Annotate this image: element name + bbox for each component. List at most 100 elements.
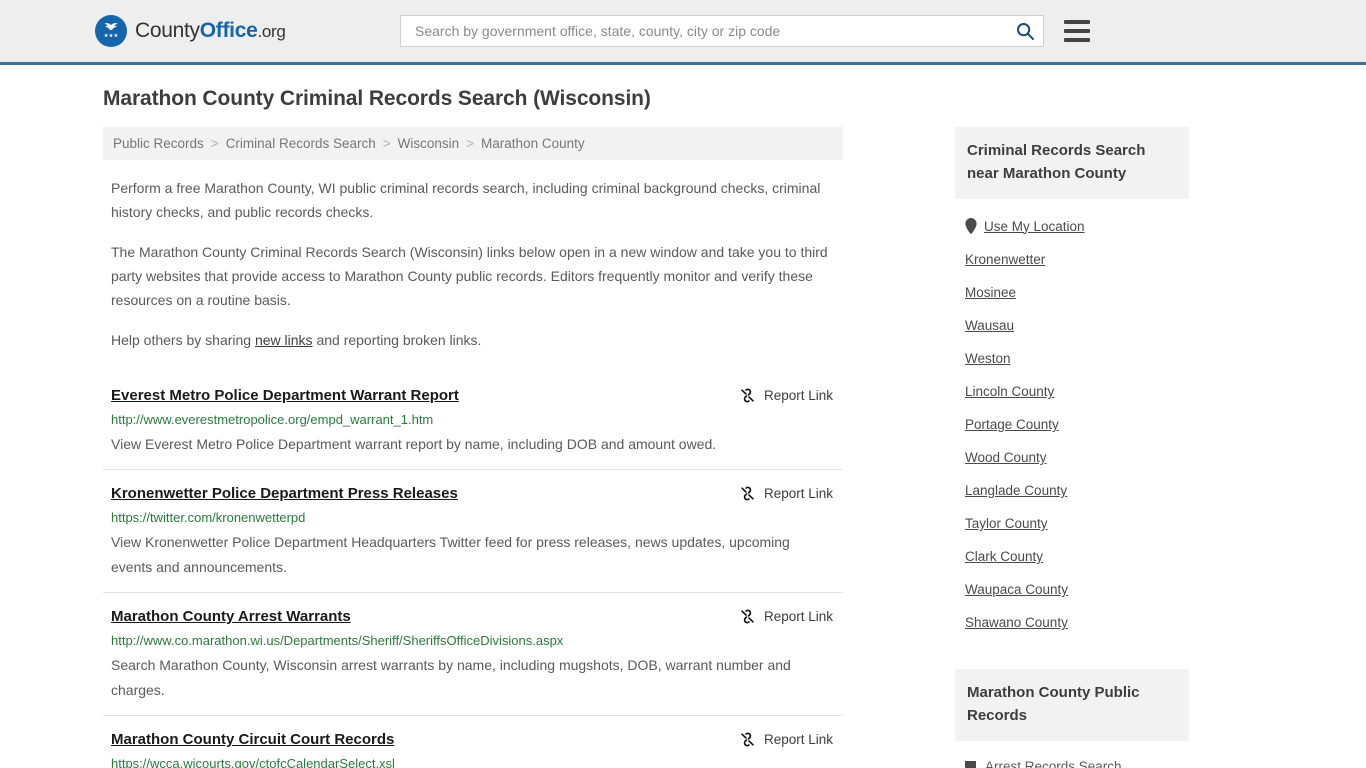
use-my-location-label: Use My Location [984,218,1085,234]
hamburger-bar [1064,38,1090,42]
resource-description: View Everest Metro Police Department war… [111,436,717,452]
sidebar-item-langlade-county[interactable]: Langlade County [965,474,1189,507]
sidebar-item-label: Wausau [965,318,1015,333]
search-area [400,15,1090,47]
breadcrumb: Public Records > Criminal Records Search… [103,127,843,160]
resource-title-link[interactable]: Kronenwetter Police Department Press Rel… [111,484,458,504]
resource-description: Search Marathon County, Wisconsin arrest… [111,657,791,698]
header-inner: CountyOffice.org [95,0,1271,62]
sidebar-item-label: Waupaca County [965,582,1069,597]
resource-description: View Kronenwetter Police Department Head… [111,534,790,575]
search-box[interactable] [400,15,1044,47]
link-row: Marathon County Arrest Warrants Report L… [111,607,843,627]
link-row: Marathon County Circuit Court Records Re… [111,730,843,750]
intro-paragraph-1: Perform a free Marathon County, WI publi… [111,180,821,220]
page-container: Marathon County Criminal Records Search … [95,65,1271,768]
intro-section: Perform a free Marathon County, WI publi… [103,176,843,352]
sidebar-item-kronenwetter[interactable]: Kronenwetter [965,243,1189,276]
new-links-link[interactable]: new links [255,332,313,348]
map-pin-icon [965,218,977,234]
report-link-button[interactable]: Report Link [739,607,833,625]
report-link-label: Report Link [763,732,833,747]
list-item: Kronenwetter Police Department Press Rel… [103,469,843,592]
sidebar-item-weston[interactable]: Weston [965,342,1189,375]
hamburger-bar [1064,20,1090,24]
sidebar-item-portage-county[interactable]: Portage County [965,408,1189,441]
sidebar-item-lincoln-county[interactable]: Lincoln County [965,375,1189,408]
broken-link-icon [739,485,756,502]
breadcrumb-item-public-records[interactable]: Public Records [113,136,204,151]
broken-link-icon [739,608,756,625]
sidebar-nearby-title: Criminal Records Search near Marathon Co… [955,127,1189,199]
sidebar-item-label: Portage County [965,417,1059,432]
resource-link-list: Everest Metro Police Department Warrant … [103,374,843,768]
logo-text-county: County [135,19,200,42]
resource-url: https://wcca.wicourts.gov/ctofcCalendarS… [111,756,395,768]
square-bullet-icon [965,761,976,768]
report-link-button[interactable]: Report Link [739,386,833,404]
sidebar-item-label: Shawano County [965,615,1068,630]
breadcrumb-item-criminal-records-search[interactable]: Criminal Records Search [226,136,376,151]
report-link-button[interactable]: Report Link [739,730,833,748]
link-row: Kronenwetter Police Department Press Rel… [111,484,843,504]
sidebar-item-label: Clark County [965,549,1044,564]
sidebar-item-label: Wood County [965,450,1047,465]
report-link-label: Report Link [763,388,833,403]
intro-paragraph-2: The Marathon County Criminal Records Sea… [111,244,828,308]
list-item: Marathon County Arrest Warrants Report L… [103,592,843,715]
sidebar-public-records-title: Marathon County Public Records [955,669,1189,741]
logo-text-office: Office [199,19,258,42]
breadcrumb-separator: > [382,136,391,151]
sidebar-public-records-box: Marathon County Public Records Arrest Re… [955,669,1189,768]
sidebar-item-clark-county[interactable]: Clark County [965,540,1189,573]
sidebar-item-label: Arrest Records Search [985,759,1122,768]
site-logo[interactable]: CountyOffice.org [95,15,395,47]
intro-text-after: and reporting broken links. [312,332,482,348]
resource-title-link[interactable]: Marathon County Circuit Court Records [111,730,394,750]
breadcrumb-separator: > [210,136,219,151]
sidebar-item-label: Taylor County [965,516,1048,531]
resource-url: http://www.everestmetropolice.org/empd_w… [111,412,434,427]
resource-title-link[interactable]: Marathon County Arrest Warrants [111,607,351,627]
breadcrumb-item-wisconsin[interactable]: Wisconsin [398,136,460,151]
sidebar-item-shawano-county[interactable]: Shawano County [965,606,1189,639]
link-row: Everest Metro Police Department Warrant … [111,386,843,406]
logo-wordmark: CountyOffice.org [135,19,286,43]
report-link-label: Report Link [763,609,833,624]
hamburger-bar [1064,29,1090,33]
sidebar-item-label: Kronenwetter [965,252,1046,267]
broken-link-icon [739,387,756,404]
report-link-label: Report Link [763,486,833,501]
logo-text-tld: .org [257,22,286,41]
sidebar-item-arrest-records-search[interactable]: Arrest Records Search [965,753,1189,768]
sidebar-item-label: Lincoln County [965,384,1055,399]
resource-url: http://www.co.marathon.wi.us/Departments… [111,633,564,648]
resource-url: https://twitter.com/kronenwetterpd [111,510,306,525]
sidebar-item-mosinee[interactable]: Mosinee [965,276,1189,309]
breadcrumb-item-marathon-county[interactable]: Marathon County [481,136,585,151]
resource-title-link[interactable]: Everest Metro Police Department Warrant … [111,386,459,406]
use-my-location-link[interactable]: Use My Location [965,209,1189,243]
sidebar-nearby-box: Criminal Records Search near Marathon Co… [955,127,1189,639]
sidebar-item-waupaca-county[interactable]: Waupaca County [965,573,1189,606]
breadcrumb-separator: > [466,136,475,151]
content-columns: Public Records > Criminal Records Search… [95,127,1271,768]
sidebar-item-wausau[interactable]: Wausau [965,309,1189,342]
report-link-button[interactable]: Report Link [739,484,833,502]
sidebar-item-taylor-county[interactable]: Taylor County [965,507,1189,540]
sidebar-item-label: Weston [965,351,1011,366]
search-input[interactable] [413,22,1015,40]
sidebar-item-label: Mosinee [965,285,1017,300]
hamburger-menu-icon[interactable] [1064,20,1090,42]
broken-link-icon [739,731,756,748]
main-column: Public Records > Criminal Records Search… [103,127,843,768]
sidebar: Criminal Records Search near Marathon Co… [955,127,1189,768]
list-item: Everest Metro Police Department Warrant … [103,374,843,469]
search-icon[interactable] [1015,21,1035,41]
page-title: Marathon County Criminal Records Search … [103,87,651,110]
list-item: Marathon County Circuit Court Records Re… [103,715,843,768]
intro-paragraph-3: Help others by sharing new links and rep… [111,328,829,352]
sidebar-item-wood-county[interactable]: Wood County [965,441,1189,474]
sidebar-item-label: Langlade County [965,483,1068,498]
eagle-seal-icon [95,15,127,47]
